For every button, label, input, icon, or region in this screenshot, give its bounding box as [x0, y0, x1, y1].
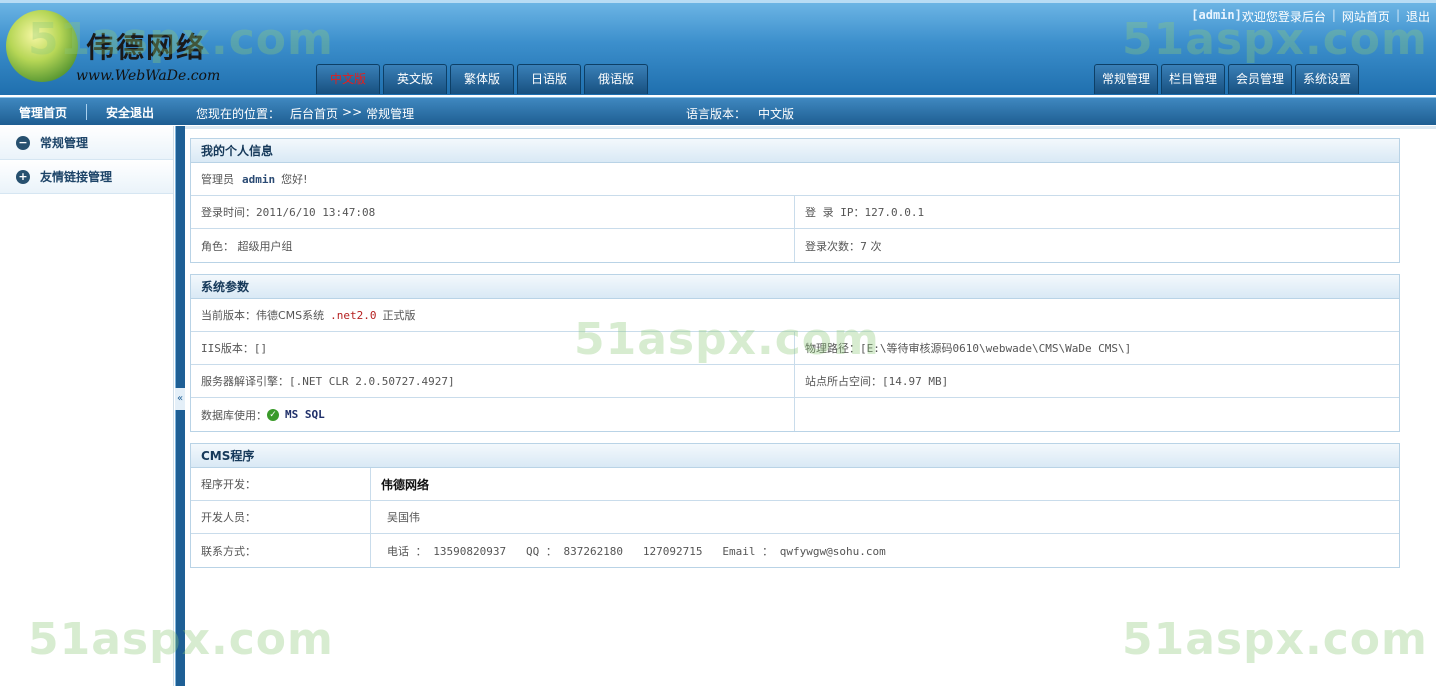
iis-version: IIS版本：[]	[191, 332, 795, 364]
dev-person-value: 吴国伟	[387, 511, 420, 524]
db-label: 数据库使用：	[201, 408, 267, 422]
language-version: 语言版本： 中文版	[686, 105, 794, 122]
site-home-link[interactable]: 网站首页	[1342, 8, 1390, 25]
contact-label: 联系方式：	[191, 534, 371, 567]
table-row: 登录时间：2011/6/10 13:47:08 登 录 IP：127.0.0.1	[191, 196, 1399, 229]
location-bar: 管理首页 安全退出 您现在的位置： 后台首页 >> 常规管理 语言版本： 中文版	[0, 97, 1436, 125]
cms-program-panel: CMS程序 程序开发： 伟德网络 开发人员： 吴国伟 联系方式： 电话 ： 13…	[190, 443, 1400, 568]
top-header: 伟德网络 www.WebWaDe.com 中文版 英文版 繁体版 日语版 俄语版…	[0, 0, 1436, 95]
welcome-text: 欢迎您登录后台	[1241, 10, 1326, 24]
role: 角色： 超级用户组	[191, 229, 795, 262]
table-row: IIS版本：[] 物理路径：[E:\等待审核源码0610\webwade\CMS…	[191, 332, 1399, 365]
breadcrumb-current: 常规管理	[366, 107, 415, 121]
panel-title: 系统参数	[191, 275, 1399, 299]
tab-lang-chinese[interactable]: 中文版	[316, 64, 380, 94]
plus-circle-icon: +	[16, 169, 30, 184]
server-engine: 服务器解译引擎：[.NET CLR 2.0.50727.4927]	[191, 365, 795, 397]
panel-title: 我的个人信息	[191, 139, 1399, 163]
tab-general-management[interactable]: 常规管理	[1094, 64, 1158, 94]
current-version: 当前版本：伟德CMS系统 .net2.0 正式版	[191, 299, 1399, 331]
sidebar: − 常规管理 + 友情链接管理	[0, 126, 174, 686]
logo-emblem-icon	[6, 10, 78, 82]
table-row: 角色： 超级用户组 登录次数：7 次	[191, 229, 1399, 262]
greet-prefix: 管理员	[201, 173, 234, 186]
tab-system-settings[interactable]: 系统设置	[1295, 64, 1359, 94]
logo: 伟德网络 www.WebWaDe.com	[2, 6, 232, 90]
link-separator: |	[1331, 8, 1336, 22]
login-count: 登录次数：7 次	[805, 239, 882, 253]
contact-value: 电话 ： 13590820937 QQ ： 837262180 12709271…	[387, 544, 886, 558]
dev-person-label: 开发人员：	[191, 501, 371, 533]
left-nav: 管理首页 安全退出	[0, 98, 174, 126]
db-value: MS SQL	[285, 408, 325, 421]
language-value: 中文版	[758, 107, 795, 121]
greet-user: admin	[242, 172, 276, 186]
sidebar-item-friend-links[interactable]: + 友情链接管理	[0, 160, 173, 194]
main-tabs: 常规管理 栏目管理 会员管理 系统设置	[1094, 64, 1359, 94]
version-suffix: 正式版	[382, 309, 416, 322]
sidebar-item-general-management[interactable]: − 常规管理	[0, 126, 173, 160]
breadcrumb-home[interactable]: 后台首页	[290, 105, 338, 122]
table-row: 数据库使用： ✓ MS SQL	[191, 398, 1399, 431]
admin-home-link[interactable]: 管理首页	[0, 104, 86, 121]
tab-lang-english[interactable]: 英文版	[383, 64, 447, 94]
greeting-cell: 管理员 admin 您好!	[191, 163, 1399, 195]
tab-lang-japanese[interactable]: 日语版	[517, 64, 581, 94]
site-space: 站点所占空间：[14.97 MB]	[805, 375, 949, 388]
greet-suffix: 您好!	[281, 173, 308, 186]
profile-panel: 我的个人信息 管理员 admin 您好! 登录时间：2011/6/10 13:4…	[190, 138, 1400, 263]
content-top-border	[185, 126, 1436, 129]
system-params-panel: 系统参数 当前版本：伟德CMS系统 .net2.0 正式版 IIS版本：[] 物…	[190, 274, 1400, 432]
language-tabs: 中文版 英文版 繁体版 日语版 俄语版	[316, 64, 648, 94]
check-icon: ✓	[267, 408, 279, 421]
table-row: 服务器解译引擎：[.NET CLR 2.0.50727.4927] 站点所占空间…	[191, 365, 1399, 398]
collapse-sidebar-icon[interactable]: «	[175, 388, 185, 410]
sidebar-item-label: 常规管理	[40, 136, 89, 150]
location-label: 您现在的位置：	[196, 107, 281, 121]
language-label: 语言版本：	[686, 107, 747, 121]
safe-exit-link[interactable]: 安全退出	[87, 104, 173, 121]
login-ip: 登 录 IP：127.0.0.1	[805, 206, 925, 219]
tab-member-management[interactable]: 会员管理	[1228, 64, 1292, 94]
link-separator: |	[1395, 8, 1400, 22]
login-time: 登录时间：2011/6/10 13:47:08	[191, 196, 795, 228]
watermark: 51aspx.com	[1122, 614, 1428, 665]
version-prefix: 当前版本：伟德CMS系统	[201, 309, 325, 322]
logo-title: 伟德网络	[86, 31, 207, 64]
developer-value: 伟德网络	[381, 477, 430, 492]
sidebar-item-label: 友情链接管理	[40, 170, 113, 184]
table-row: 程序开发： 伟德网络	[191, 468, 1399, 501]
developer-label: 程序开发：	[191, 468, 371, 500]
breadcrumb: 您现在的位置： 后台首页 >> 常规管理	[196, 105, 414, 122]
table-row: 当前版本：伟德CMS系统 .net2.0 正式版	[191, 299, 1399, 332]
version-net: .net2.0	[330, 308, 377, 322]
logout-link[interactable]: 退出	[1406, 8, 1430, 25]
admin-tag: [admin]	[1191, 8, 1242, 22]
physical-path: 物理路径：[E:\等待审核源码0610\webwade\CMS\WaDe CMS…	[805, 342, 1132, 355]
empty-cell	[795, 398, 1399, 431]
top-links: [admin] 欢迎您登录后台 | 网站首页 | 退出	[1191, 8, 1430, 25]
table-row: 开发人员： 吴国伟	[191, 501, 1399, 534]
tab-lang-russian[interactable]: 俄语版	[584, 64, 648, 94]
tab-lang-traditional[interactable]: 繁体版	[450, 64, 514, 94]
database-used: 数据库使用： ✓ MS SQL	[191, 398, 795, 431]
minus-circle-icon: −	[16, 135, 30, 150]
breadcrumb-separator: >>	[342, 105, 363, 119]
table-row: 联系方式： 电话 ： 13590820937 QQ ： 837262180 12…	[191, 534, 1399, 567]
header-highlight	[0, 0, 1436, 3]
panel-title: CMS程序	[191, 444, 1399, 468]
table-row: 管理员 admin 您好!	[191, 163, 1399, 196]
logo-url: www.WebWaDe.com	[76, 68, 221, 84]
tab-column-management[interactable]: 栏目管理	[1161, 64, 1225, 94]
